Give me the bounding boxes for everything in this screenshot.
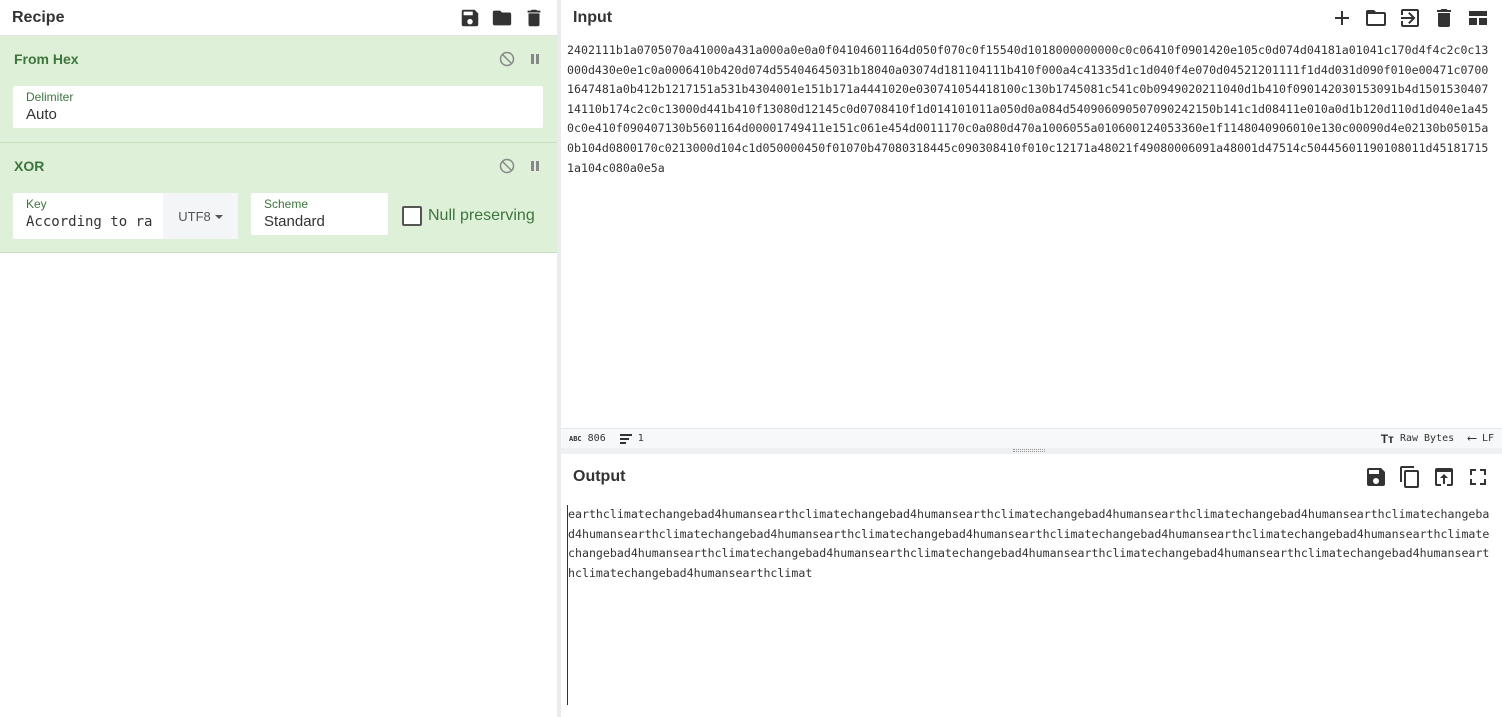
maximize-icon[interactable] (1466, 465, 1490, 489)
line-count-value: 1 (637, 433, 644, 444)
pause-operation-icon[interactable] (527, 51, 543, 67)
save-output-icon[interactable] (1364, 465, 1388, 489)
operation-xor[interactable]: XOR Key According to ra UTF8 Scheme Stan… (0, 143, 557, 253)
recipe-header: Recipe (0, 0, 557, 36)
char-count-value: 806 (587, 433, 606, 444)
open-file-icon[interactable] (1398, 6, 1422, 30)
input-textarea[interactable]: 2402111b1a0705070a41000a431a000a0e0a0f04… (567, 41, 1493, 421)
null-preserving-checkbox[interactable] (402, 206, 422, 226)
abc-icon: ABC (569, 434, 582, 443)
xor-key-label: Key (26, 197, 47, 211)
text-type-icon: Tт (1380, 431, 1394, 446)
replace-input-icon[interactable] (1432, 465, 1456, 489)
io-pane: Input 2402111b1a0705070a41000a431a000a0e… (557, 0, 1502, 717)
lines-icon (619, 433, 632, 444)
eol-value: LF (1481, 433, 1494, 444)
output-title: Output (573, 468, 626, 485)
open-folder-icon[interactable] (1364, 6, 1388, 30)
grip-icon (1013, 449, 1045, 452)
eol-selector[interactable]: ⟵ LF (1468, 431, 1494, 446)
delimiter-value: Auto (26, 106, 57, 123)
key-encoding-dropdown[interactable]: UTF8 (163, 193, 238, 239)
return-arrow-icon: ⟵ (1468, 431, 1476, 446)
layout-reset-icon[interactable] (1466, 6, 1490, 30)
clear-recipe-trash-icon[interactable] (523, 7, 545, 29)
xor-scheme-value: Standard (264, 213, 325, 230)
null-preserving-label: Null preserving (428, 207, 535, 224)
xor-key-value: According to ra (26, 214, 153, 230)
clear-input-trash-icon[interactable] (1432, 6, 1456, 30)
input-status-bar: ABC 806 1 Tт Raw Bytes ⟵ LF (561, 428, 1502, 448)
null-preserving-option[interactable]: Null preserving (402, 206, 535, 226)
output-textarea[interactable]: earthclimatechangebad4humansearthclimate… (567, 505, 1493, 705)
xor-scheme-field[interactable]: Scheme Standard (251, 193, 388, 235)
copy-output-icon[interactable] (1398, 465, 1422, 489)
input-header: Input (561, 0, 1502, 36)
disable-operation-icon[interactable] (499, 158, 515, 174)
save-recipe-icon[interactable] (459, 7, 481, 29)
xor-scheme-label: Scheme (264, 197, 309, 211)
line-count: 1 (619, 433, 644, 444)
recipe-pane: Recipe From Hex Delimiter Auto XOR Key A… (0, 0, 557, 717)
xor-key-field[interactable]: Key According to ra UTF8 (13, 193, 238, 239)
delimiter-label: Delimiter (26, 90, 74, 104)
output-header: Output (561, 459, 1502, 495)
operation-from-hex[interactable]: From Hex Delimiter Auto (0, 36, 557, 143)
encoding-value: Raw Bytes (1399, 433, 1455, 444)
chevron-down-icon (214, 215, 223, 219)
operation-name: XOR (14, 158, 45, 174)
input-title: Input (573, 9, 613, 26)
recipe-title: Recipe (12, 8, 65, 26)
pane-resize-handle[interactable] (561, 448, 1502, 454)
char-count: ABC 806 (569, 433, 606, 444)
add-tab-plus-icon[interactable] (1330, 6, 1354, 30)
delimiter-field[interactable]: Delimiter Auto (13, 86, 543, 128)
key-encoding-value: UTF8 (178, 208, 211, 224)
load-recipe-folder-icon[interactable] (491, 7, 513, 29)
disable-operation-icon[interactable] (499, 51, 515, 67)
encoding-selector[interactable]: Tт Raw Bytes (1381, 432, 1454, 446)
pause-operation-icon[interactable] (527, 158, 543, 174)
operation-name: From Hex (14, 51, 79, 67)
